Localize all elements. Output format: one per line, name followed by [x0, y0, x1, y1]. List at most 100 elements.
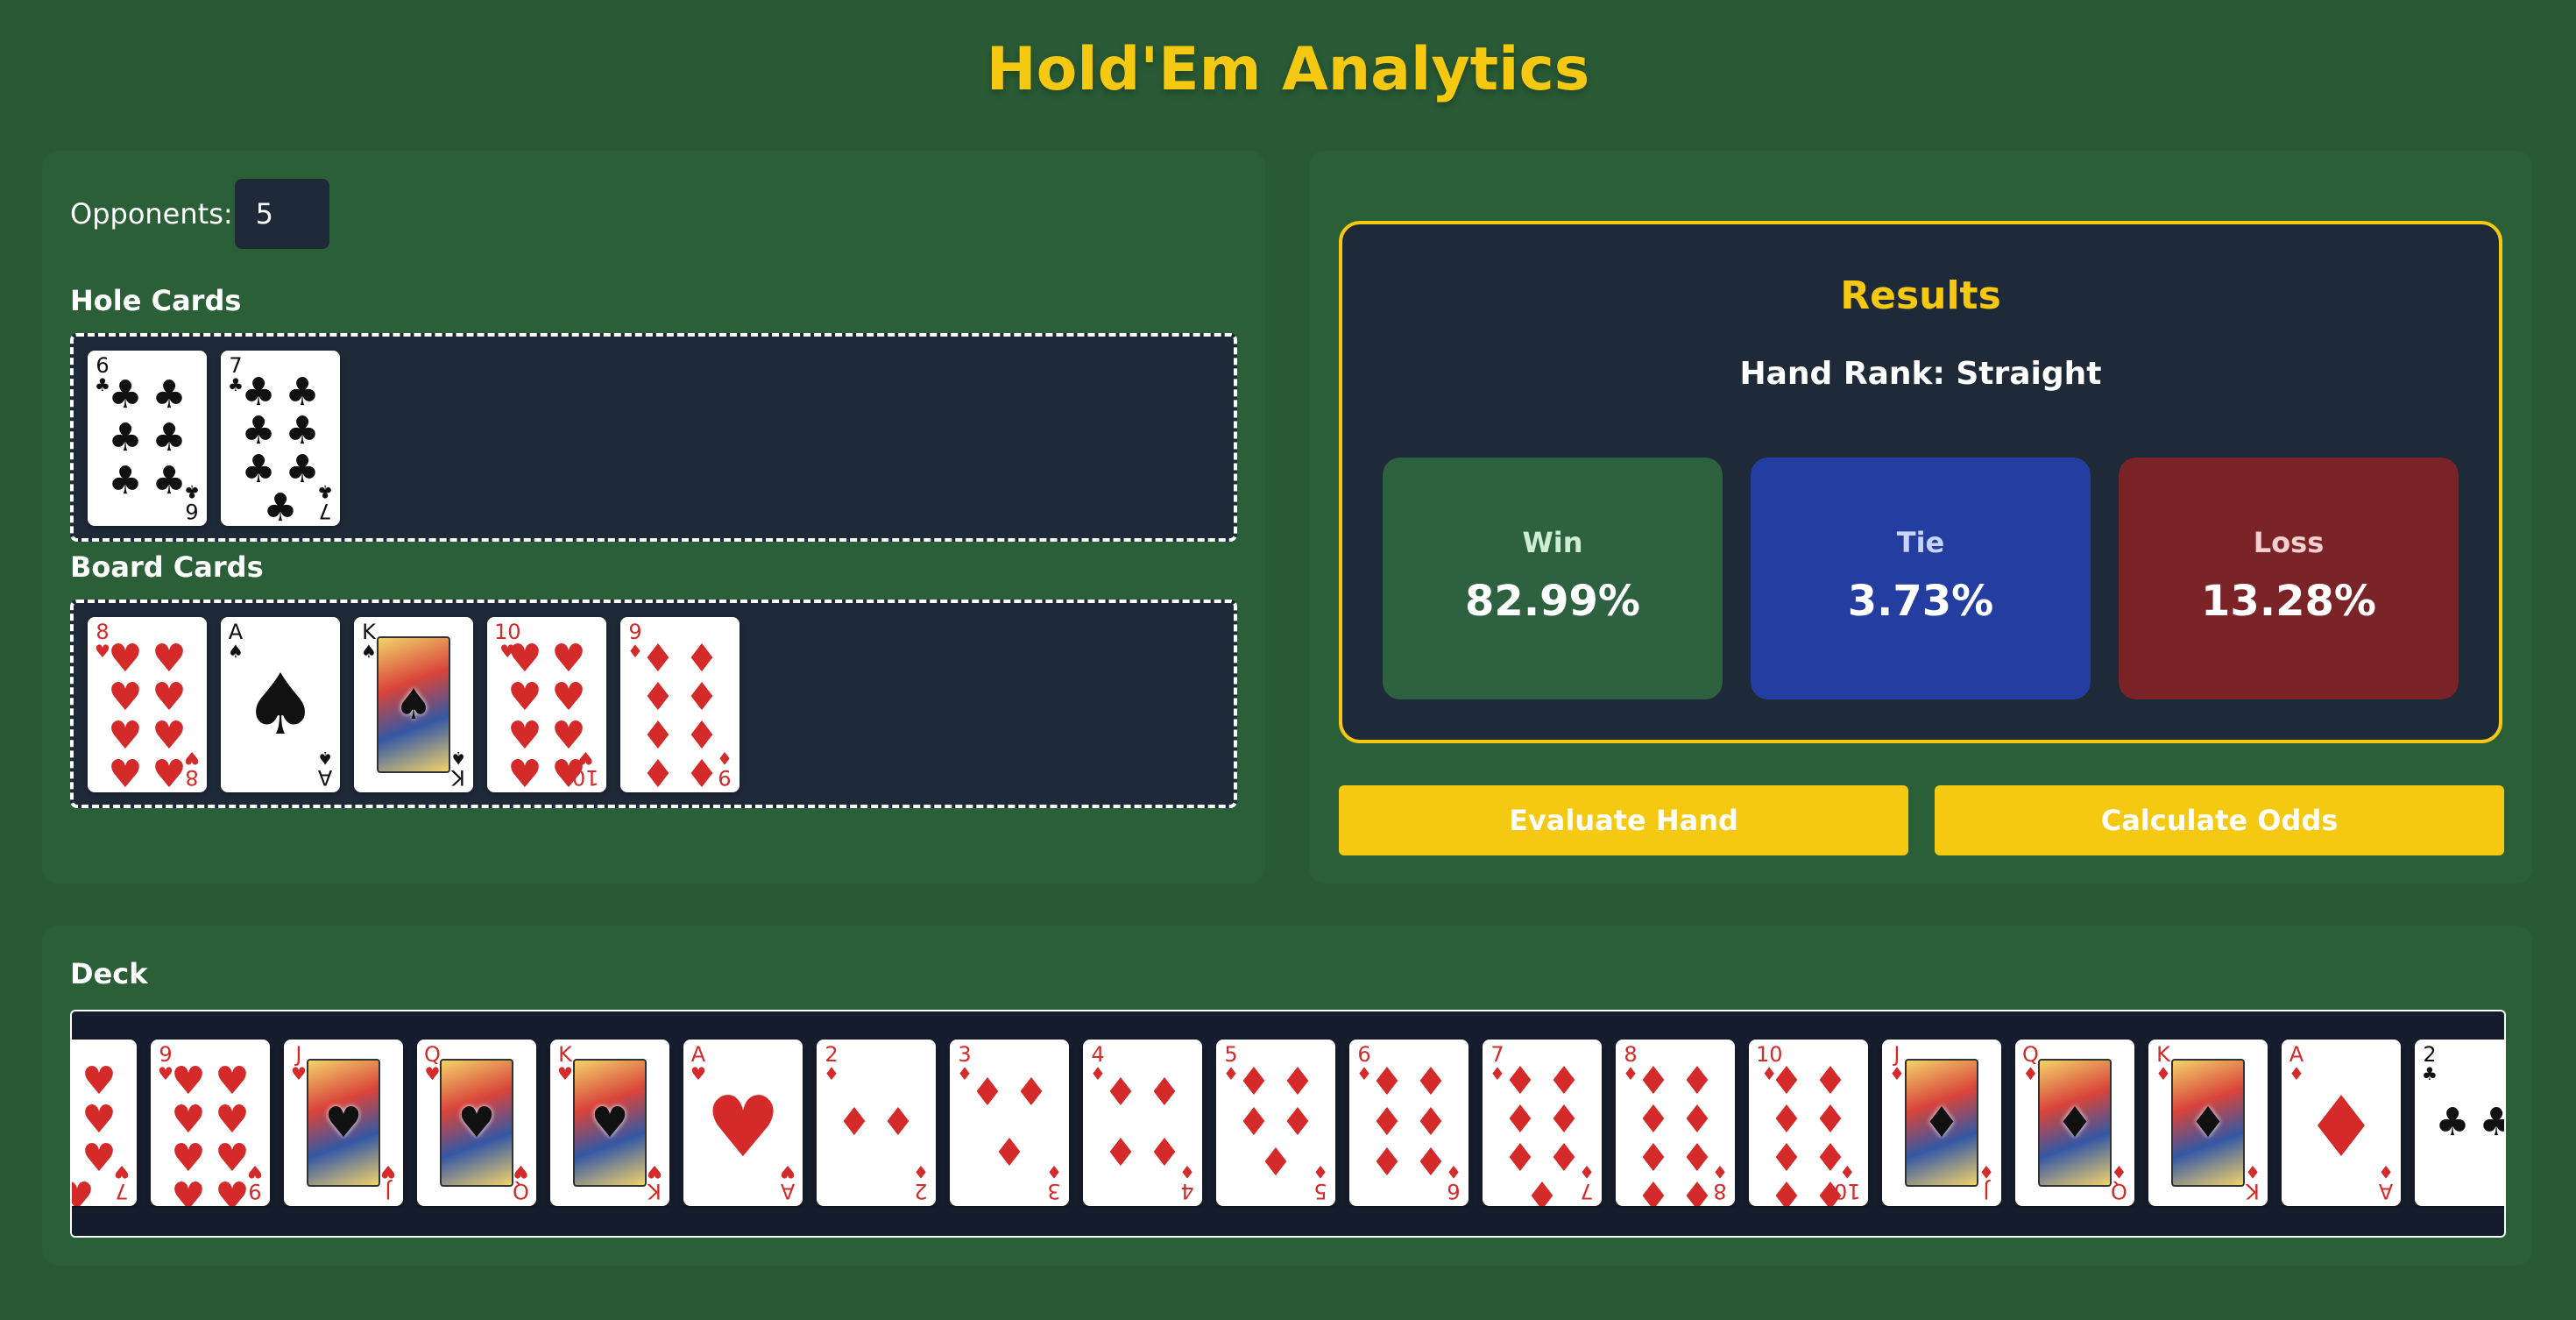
- hole-cards-dropzone[interactable]: 6 ♣ 6 ♣ ♣ ♣ ♣ ♣ ♣ ♣ 7 ♣ 7 ♣ ♣ ♣ ♣ ♣ ♣ ♣ ♣: [70, 333, 1237, 542]
- hearts-suit-icon: ♥: [647, 1161, 662, 1182]
- hearts-suit-icon: ♥: [507, 752, 542, 793]
- playing-card-a-of-diamonds[interactable]: A ♦ A ♦ ♦: [2282, 1040, 2401, 1206]
- card-pips: ♦ ♦ ♦ ♦ ♦ ♦: [1365, 1062, 1453, 1183]
- playing-card-5-of-diamonds[interactable]: 5 ♦ 5 ♦ ♦ ♦ ♦ ♦ ♦: [1216, 1040, 1335, 1206]
- diamonds-suit-icon: ♦: [1769, 1136, 1804, 1181]
- clubs-suit-icon: ♣: [108, 372, 143, 417]
- card-pips: ♦♦♦♦♦♦♦♦♦♦: [1765, 1062, 1852, 1207]
- playing-card-8-of-hearts[interactable]: 8 ♥ 8 ♥ ♥ ♥ ♥ ♥ ♥ ♥ ♥ ♥: [88, 617, 207, 792]
- playing-card-3-of-diamonds[interactable]: 3 ♦ 3 ♦ ♦ ♦ ♦: [950, 1040, 1069, 1206]
- deck-scrollbar[interactable]: [72, 1208, 2504, 1236]
- card-pips: ♣ ♣ ♣ ♣ ♣ ♣: [103, 373, 191, 503]
- hearts-suit-icon: ♥: [72, 1178, 99, 1207]
- hearts-suit-icon: ♥: [72, 1101, 77, 1139]
- clubs-suit-icon: ♣: [108, 415, 143, 460]
- playing-card-k-of-hearts[interactable]: K ♥ K ♥ ♥: [550, 1040, 669, 1206]
- playing-card-9-of-diamonds[interactable]: 9♦9♦♦♦♦♦♦♦♦♦♦: [620, 617, 740, 792]
- tie-stat-card: Tie 3.73%: [1751, 458, 2091, 699]
- card-pips: ♦ ♦ ♦: [966, 1062, 1053, 1183]
- hearts-suit-icon: ♥: [108, 636, 143, 681]
- card-corner-index: Q ♦: [2022, 1044, 2039, 1083]
- hearts-suit-icon: ♥: [215, 1136, 250, 1181]
- playing-card-2-of-clubs[interactable]: 2♣2♣♣♣: [2415, 1040, 2504, 1206]
- hearts-suit-icon: ♥: [551, 636, 586, 681]
- playing-card-q-of-hearts[interactable]: Q ♥ Q ♥ ♥: [417, 1040, 536, 1206]
- hearts-suit-icon: ♥: [171, 1097, 206, 1142]
- diamonds-suit-icon: ♦: [2289, 1063, 2304, 1084]
- deck-scroll-area[interactable]: 7♥7♥♥♥♥♥♥♥♥9♥9♥♥♥♥♥♥♥♥♥♥J♥J♥♥Q♥Q♥♥K♥K♥♥A…: [70, 1010, 2506, 1238]
- diamonds-suit-icon: ♦: [1413, 1060, 1448, 1104]
- playing-card-7-of-diamonds[interactable]: 7 ♦ 7 ♦ ♦ ♦ ♦ ♦ ♦ ♦ ♦: [1483, 1040, 1602, 1206]
- diamonds-suit-icon: ♦: [1978, 1161, 1994, 1182]
- diamonds-suit-icon: ♦: [1546, 1136, 1582, 1181]
- hearts-suit-icon: ♥: [424, 1063, 441, 1084]
- playing-card-a-of-spades[interactable]: A ♠ A ♠ ♠: [221, 617, 340, 792]
- clubs-suit-icon: ♣: [152, 415, 187, 460]
- board-cards-label: Board Cards: [70, 550, 264, 584]
- results-title: Results: [1840, 273, 2001, 318]
- diamonds-suit-icon: ♦: [1236, 1100, 1271, 1145]
- win-value: 82.99%: [1465, 577, 1640, 626]
- diamonds-suit-icon: ♦: [1236, 1060, 1271, 1104]
- playing-card-9-of-hearts[interactable]: 9♥9♥♥♥♥♥♥♥♥♥♥: [151, 1040, 270, 1206]
- playing-card-j-of-hearts[interactable]: J ♥ J ♥ ♥: [284, 1040, 403, 1206]
- card-pips: ♦ ♦ ♦ ♦: [1099, 1062, 1186, 1183]
- card-corner-index: Q ♦: [2111, 1161, 2127, 1203]
- playing-card-10-of-hearts[interactable]: 10♥10♥♥♥♥♥♥♥♥♥♥♥: [487, 617, 606, 792]
- opponents-input[interactable]: [234, 179, 329, 249]
- playing-card-7-of-hearts[interactable]: 7♥7♥♥♥♥♥♥♥♥: [72, 1040, 137, 1207]
- diamonds-suit-icon: ♦: [1680, 1097, 1715, 1142]
- loss-stat-card: Loss 13.28%: [2119, 458, 2459, 699]
- card-rank: K: [2246, 1179, 2260, 1203]
- playing-card-q-of-diamonds[interactable]: Q ♦ Q ♦ ♦: [2015, 1040, 2134, 1206]
- playing-card-6-of-clubs[interactable]: 6 ♣ 6 ♣ ♣ ♣ ♣ ♣ ♣ ♣: [88, 351, 207, 526]
- face-card-portrait-icon: ♥: [440, 1059, 513, 1187]
- card-corner-index: A ♠: [228, 621, 244, 661]
- playing-card-a-of-hearts[interactable]: A ♥ A ♥ ♥: [683, 1040, 803, 1206]
- diamonds-suit-icon: ♦: [881, 1100, 916, 1145]
- playing-card-10-of-diamonds[interactable]: 10♦10♦♦♦♦♦♦♦♦♦♦♦: [1749, 1040, 1868, 1206]
- card-pips: ♦ ♦ ♦ ♦ ♦ ♦ ♦ ♦: [1631, 1062, 1719, 1207]
- card-rank: Q: [513, 1179, 529, 1203]
- diamonds-suit-icon: ♦: [1680, 1136, 1715, 1181]
- playing-card-4-of-diamonds[interactable]: 4 ♦ 4 ♦ ♦ ♦ ♦ ♦: [1083, 1040, 1202, 1206]
- card-rank: Q: [2111, 1179, 2127, 1203]
- hearts-suit-icon: ♥: [171, 1059, 206, 1104]
- playing-card-6-of-diamonds[interactable]: 6 ♦ 6 ♦ ♦ ♦ ♦ ♦ ♦ ♦: [1349, 1040, 1468, 1206]
- playing-card-k-of-spades[interactable]: K ♠ K ♠ ♠: [354, 617, 473, 792]
- diamonds-suit-icon: ♦: [992, 1130, 1027, 1175]
- diamonds-suit-icon: ♦: [2111, 1161, 2127, 1182]
- diamonds-suit-icon: ♦: [640, 636, 676, 681]
- diamonds-suit-icon: ♦: [2189, 1098, 2227, 1147]
- diamonds-suit-icon: ♦: [1147, 1130, 1182, 1175]
- card-corner-index: K ♥: [647, 1161, 662, 1203]
- playing-card-j-of-diamonds[interactable]: J ♦ J ♦ ♦: [1882, 1040, 2001, 1206]
- hearts-suit-icon: ♥: [215, 1059, 250, 1104]
- card-corner-index: A ♦: [2289, 1044, 2304, 1084]
- calculate-odds-button[interactable]: Calculate Odds: [1935, 785, 2504, 855]
- hearts-suit-icon: ♥: [215, 1097, 250, 1142]
- deck-label: Deck: [70, 957, 148, 990]
- playing-card-2-of-diamonds[interactable]: 2 ♦ 2 ♦ ♦ ♦: [817, 1040, 936, 1206]
- board-cards-dropzone[interactable]: 8♥8♥♥♥♥♥♥♥♥♥A♠A♠♠K♠K♠♠10♥10♥♥♥♥♥♥♥♥♥♥♥9♦…: [70, 600, 1237, 808]
- diamonds-suit-icon: ♦: [684, 713, 719, 758]
- diamonds-suit-icon: ♦: [1503, 1059, 1538, 1104]
- card-corner-index: K ♦: [2245, 1161, 2261, 1203]
- hearts-suit-icon: ♥: [171, 1175, 206, 1207]
- card-pips: ♦ ♦ ♦ ♦ ♦ ♦ ♦: [1498, 1059, 1586, 1207]
- clubs-suit-icon: ♣: [108, 458, 143, 504]
- diamonds-suit-icon: ♦: [1014, 1069, 1049, 1115]
- clubs-suit-icon: ♣: [263, 486, 298, 527]
- face-card-portrait-icon: ♦: [2038, 1059, 2112, 1187]
- card-corner-index: A ♥: [690, 1044, 706, 1083]
- playing-card-7-of-clubs[interactable]: 7 ♣ 7 ♣ ♣ ♣ ♣ ♣ ♣ ♣ ♣: [221, 351, 340, 526]
- diamonds-suit-icon: ♦: [1103, 1130, 1138, 1175]
- diamonds-suit-icon: ♦: [1769, 1175, 1804, 1207]
- diamonds-suit-icon: ♦: [2155, 1063, 2171, 1084]
- playing-card-k-of-diamonds[interactable]: K ♦ K ♦ ♦: [2148, 1040, 2268, 1206]
- playing-card-8-of-diamonds[interactable]: 8 ♦ 8 ♦ ♦ ♦ ♦ ♦ ♦ ♦ ♦ ♦: [1616, 1040, 1735, 1206]
- hearts-suit-icon: ♥: [108, 675, 143, 720]
- face-card-portrait-icon: ♦: [1905, 1059, 1978, 1187]
- diamonds-suit-icon: ♦: [684, 675, 719, 720]
- evaluate-hand-button[interactable]: Evaluate Hand: [1339, 785, 1908, 855]
